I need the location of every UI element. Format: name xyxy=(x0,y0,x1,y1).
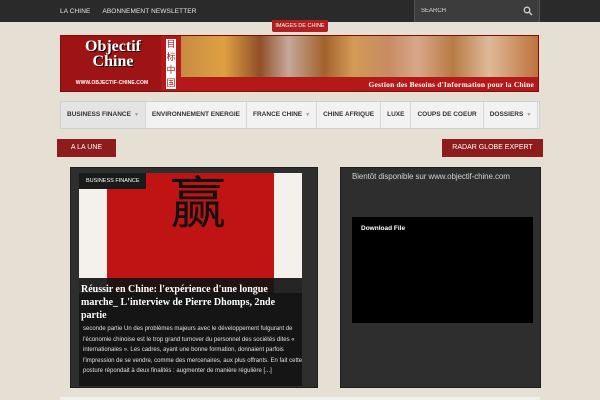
article-excerpt: seconde partie Un des problèmes majeurs … xyxy=(83,326,303,374)
category-badge[interactable]: BUSINESS FINANCE xyxy=(79,173,147,189)
chevron-down-icon: ▼ xyxy=(133,112,139,118)
image-panel-left xyxy=(79,173,107,293)
radar-panel: Bientôt disponible sur www.objectif-chin… xyxy=(340,167,541,388)
banner-slogan: Gestion des Besoins d'Information pour l… xyxy=(368,80,534,89)
top-nav: LA CHINE ABONNEMENT NEWSLETTER xyxy=(60,0,197,22)
cn-char: 国 xyxy=(166,79,176,89)
logo-url: WWW.OBJECTIF-CHINE.COM xyxy=(75,80,149,86)
nav-item-coups-de-coeur[interactable]: COUPS DE COEUR xyxy=(411,102,484,128)
nav-item-chine-afrique[interactable]: CHINE AFRIQUE xyxy=(317,102,382,128)
article-title[interactable]: Réussir en Chine: l'expérience d'une lon… xyxy=(81,283,303,322)
section-label-radar-globe-expert: RADAR GLOBE EXPERT xyxy=(442,139,543,157)
video-player[interactable]: Download File xyxy=(352,217,533,323)
download-file-link[interactable]: Download File xyxy=(361,225,405,232)
logo-line-1: Objectif xyxy=(85,38,141,55)
site-logo[interactable]: Objectif Chine WWW.OBJECTIF-CHINE.COM xyxy=(61,36,161,91)
nav-item-environnement-energie[interactable]: ENVIRONNEMENT ENERGIE xyxy=(146,102,248,128)
featured-article-image[interactable]: 赢 xyxy=(79,173,302,293)
search-icon[interactable] xyxy=(523,6,533,16)
nav-item-label: ENVIRONNEMENT ENERGIE xyxy=(151,111,241,118)
banner-photo-collage xyxy=(181,36,538,77)
search-box xyxy=(414,0,540,22)
chinese-characters: 目 标 中 国 xyxy=(165,38,177,90)
nav-item-dossiers[interactable]: DOSSIERS ▼ xyxy=(484,102,539,128)
nav-item-label: CHINE AFRIQUE xyxy=(323,111,375,118)
nav-item-label: FRANCE CHINE xyxy=(253,111,303,118)
section-label-a-la-une: A LA UNE xyxy=(57,139,116,157)
cn-char: 标 xyxy=(166,53,176,63)
top-link-la-chine[interactable]: LA CHINE xyxy=(60,8,90,15)
chevron-down-icon: ▼ xyxy=(526,112,532,118)
main-nav: BUSINESS FINANCE ▼ ENVIRONNEMENT ENERGIE… xyxy=(60,101,540,129)
nav-item-business-finance[interactable]: BUSINESS FINANCE ▼ xyxy=(61,102,146,128)
cn-char: 中 xyxy=(166,66,176,76)
featured-article-card[interactable]: 赢 BUSINESS FINANCE Réussir en Chine: l'e… xyxy=(70,167,318,388)
top-bar: LA CHINE ABONNEMENT NEWSLETTER xyxy=(0,0,600,22)
nav-item-france-chine[interactable]: FRANCE CHINE ▼ xyxy=(247,102,318,128)
site-banner[interactable]: Objectif Chine WWW.OBJECTIF-CHINE.COM 目 … xyxy=(60,35,539,92)
nav-item-label: DOSSIERS xyxy=(489,111,524,118)
images-de-chine-tab[interactable]: IMAGES DE CHINE xyxy=(272,20,328,32)
search-input[interactable] xyxy=(421,4,521,17)
nav-item-label: BUSINESS FINANCE xyxy=(67,111,131,118)
nav-item-luxe[interactable]: LUXE xyxy=(381,102,412,128)
calligraphy-glyph: 赢 xyxy=(170,173,226,237)
logo-line-2: Chine xyxy=(92,53,134,70)
logo-title: Objectif Chine xyxy=(67,38,159,70)
nav-item-label: LUXE xyxy=(387,111,405,118)
cn-char: 目 xyxy=(166,40,176,50)
image-panel-right xyxy=(274,173,302,293)
nav-item-label: COUPS DE COEUR xyxy=(417,111,477,118)
chevron-down-icon: ▼ xyxy=(305,112,311,118)
top-link-newsletter[interactable]: ABONNEMENT NEWSLETTER xyxy=(102,8,196,15)
panel-title: Bientôt disponible sur www.objectif-chin… xyxy=(352,172,510,181)
